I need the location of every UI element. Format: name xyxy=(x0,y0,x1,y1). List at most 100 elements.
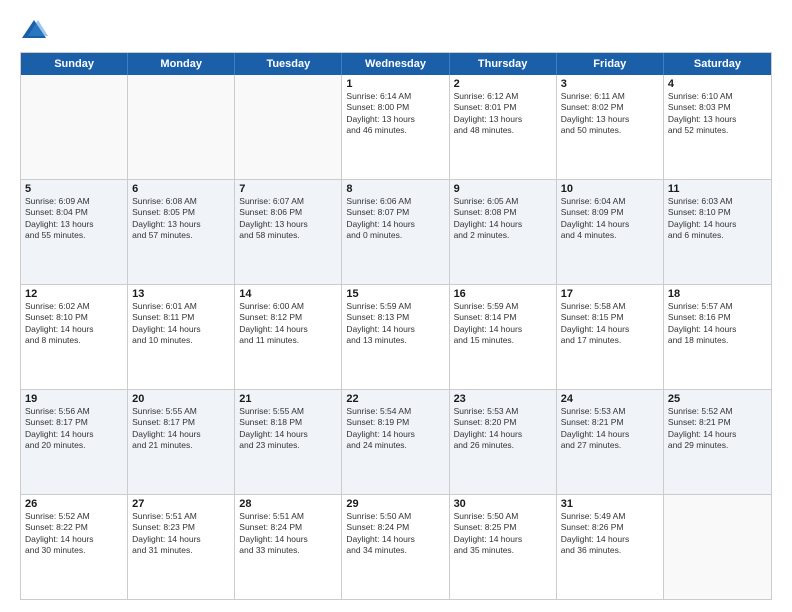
cell-info: Sunrise: 5:50 AM Sunset: 8:25 PM Dayligh… xyxy=(454,511,552,557)
calendar-cell: 16Sunrise: 5:59 AM Sunset: 8:14 PM Dayli… xyxy=(450,285,557,389)
day-number: 23 xyxy=(454,393,552,405)
cell-info: Sunrise: 5:52 AM Sunset: 8:21 PM Dayligh… xyxy=(668,406,767,452)
day-number: 20 xyxy=(132,393,230,405)
day-number: 22 xyxy=(346,393,444,405)
calendar-cell: 18Sunrise: 5:57 AM Sunset: 8:16 PM Dayli… xyxy=(664,285,771,389)
calendar-cell: 28Sunrise: 5:51 AM Sunset: 8:24 PM Dayli… xyxy=(235,495,342,599)
cell-info: Sunrise: 5:50 AM Sunset: 8:24 PM Dayligh… xyxy=(346,511,444,557)
cell-info: Sunrise: 5:51 AM Sunset: 8:23 PM Dayligh… xyxy=(132,511,230,557)
calendar-cell: 29Sunrise: 5:50 AM Sunset: 8:24 PM Dayli… xyxy=(342,495,449,599)
day-number: 2 xyxy=(454,78,552,90)
day-number: 18 xyxy=(668,288,767,300)
day-number: 29 xyxy=(346,498,444,510)
day-number: 25 xyxy=(668,393,767,405)
day-number: 14 xyxy=(239,288,337,300)
day-number: 3 xyxy=(561,78,659,90)
calendar-header-row: SundayMondayTuesdayWednesdayThursdayFrid… xyxy=(21,53,771,75)
cell-info: Sunrise: 6:06 AM Sunset: 8:07 PM Dayligh… xyxy=(346,196,444,242)
cell-info: Sunrise: 5:53 AM Sunset: 8:20 PM Dayligh… xyxy=(454,406,552,452)
cell-info: Sunrise: 5:58 AM Sunset: 8:15 PM Dayligh… xyxy=(561,301,659,347)
calendar-cell: 11Sunrise: 6:03 AM Sunset: 8:10 PM Dayli… xyxy=(664,180,771,284)
cell-info: Sunrise: 5:54 AM Sunset: 8:19 PM Dayligh… xyxy=(346,406,444,452)
day-number: 16 xyxy=(454,288,552,300)
day-number: 19 xyxy=(25,393,123,405)
calendar-cell: 6Sunrise: 6:08 AM Sunset: 8:05 PM Daylig… xyxy=(128,180,235,284)
calendar-cell: 9Sunrise: 6:05 AM Sunset: 8:08 PM Daylig… xyxy=(450,180,557,284)
day-number: 7 xyxy=(239,183,337,195)
calendar-week: 19Sunrise: 5:56 AM Sunset: 8:17 PM Dayli… xyxy=(21,390,771,495)
day-number: 27 xyxy=(132,498,230,510)
calendar-cell: 21Sunrise: 5:55 AM Sunset: 8:18 PM Dayli… xyxy=(235,390,342,494)
header xyxy=(20,16,772,44)
cell-info: Sunrise: 5:53 AM Sunset: 8:21 PM Dayligh… xyxy=(561,406,659,452)
cell-info: Sunrise: 5:52 AM Sunset: 8:22 PM Dayligh… xyxy=(25,511,123,557)
calendar: SundayMondayTuesdayWednesdayThursdayFrid… xyxy=(20,52,772,600)
day-number: 1 xyxy=(346,78,444,90)
cell-info: Sunrise: 5:56 AM Sunset: 8:17 PM Dayligh… xyxy=(25,406,123,452)
cell-info: Sunrise: 6:05 AM Sunset: 8:08 PM Dayligh… xyxy=(454,196,552,242)
day-number: 28 xyxy=(239,498,337,510)
calendar-cell: 22Sunrise: 5:54 AM Sunset: 8:19 PM Dayli… xyxy=(342,390,449,494)
calendar-cell: 2Sunrise: 6:12 AM Sunset: 8:01 PM Daylig… xyxy=(450,75,557,179)
cell-info: Sunrise: 6:03 AM Sunset: 8:10 PM Dayligh… xyxy=(668,196,767,242)
calendar-week: 12Sunrise: 6:02 AM Sunset: 8:10 PM Dayli… xyxy=(21,285,771,390)
day-number: 12 xyxy=(25,288,123,300)
calendar-week: 1Sunrise: 6:14 AM Sunset: 8:00 PM Daylig… xyxy=(21,75,771,180)
calendar-cell: 19Sunrise: 5:56 AM Sunset: 8:17 PM Dayli… xyxy=(21,390,128,494)
cell-info: Sunrise: 6:14 AM Sunset: 8:00 PM Dayligh… xyxy=(346,91,444,137)
page: SundayMondayTuesdayWednesdayThursdayFrid… xyxy=(0,0,792,612)
cell-info: Sunrise: 5:55 AM Sunset: 8:17 PM Dayligh… xyxy=(132,406,230,452)
calendar-cell: 5Sunrise: 6:09 AM Sunset: 8:04 PM Daylig… xyxy=(21,180,128,284)
cell-info: Sunrise: 6:08 AM Sunset: 8:05 PM Dayligh… xyxy=(132,196,230,242)
calendar-cell xyxy=(21,75,128,179)
day-number: 26 xyxy=(25,498,123,510)
calendar-header-cell: Monday xyxy=(128,53,235,75)
day-number: 4 xyxy=(668,78,767,90)
calendar-header-cell: Sunday xyxy=(21,53,128,75)
day-number: 10 xyxy=(561,183,659,195)
calendar-cell: 15Sunrise: 5:59 AM Sunset: 8:13 PM Dayli… xyxy=(342,285,449,389)
calendar-cell: 23Sunrise: 5:53 AM Sunset: 8:20 PM Dayli… xyxy=(450,390,557,494)
calendar-header-cell: Saturday xyxy=(664,53,771,75)
calendar-cell: 27Sunrise: 5:51 AM Sunset: 8:23 PM Dayli… xyxy=(128,495,235,599)
day-number: 17 xyxy=(561,288,659,300)
day-number: 6 xyxy=(132,183,230,195)
calendar-cell: 30Sunrise: 5:50 AM Sunset: 8:25 PM Dayli… xyxy=(450,495,557,599)
day-number: 30 xyxy=(454,498,552,510)
calendar-cell: 26Sunrise: 5:52 AM Sunset: 8:22 PM Dayli… xyxy=(21,495,128,599)
day-number: 9 xyxy=(454,183,552,195)
calendar-cell: 4Sunrise: 6:10 AM Sunset: 8:03 PM Daylig… xyxy=(664,75,771,179)
day-number: 31 xyxy=(561,498,659,510)
calendar-header-cell: Friday xyxy=(557,53,664,75)
day-number: 11 xyxy=(668,183,767,195)
calendar-cell: 7Sunrise: 6:07 AM Sunset: 8:06 PM Daylig… xyxy=(235,180,342,284)
calendar-body: 1Sunrise: 6:14 AM Sunset: 8:00 PM Daylig… xyxy=(21,75,771,599)
cell-info: Sunrise: 6:02 AM Sunset: 8:10 PM Dayligh… xyxy=(25,301,123,347)
calendar-cell: 13Sunrise: 6:01 AM Sunset: 8:11 PM Dayli… xyxy=(128,285,235,389)
calendar-cell xyxy=(664,495,771,599)
cell-info: Sunrise: 5:59 AM Sunset: 8:14 PM Dayligh… xyxy=(454,301,552,347)
cell-info: Sunrise: 6:00 AM Sunset: 8:12 PM Dayligh… xyxy=(239,301,337,347)
day-number: 13 xyxy=(132,288,230,300)
cell-info: Sunrise: 5:57 AM Sunset: 8:16 PM Dayligh… xyxy=(668,301,767,347)
calendar-cell xyxy=(235,75,342,179)
calendar-cell: 3Sunrise: 6:11 AM Sunset: 8:02 PM Daylig… xyxy=(557,75,664,179)
calendar-cell: 25Sunrise: 5:52 AM Sunset: 8:21 PM Dayli… xyxy=(664,390,771,494)
day-number: 8 xyxy=(346,183,444,195)
calendar-cell: 8Sunrise: 6:06 AM Sunset: 8:07 PM Daylig… xyxy=(342,180,449,284)
cell-info: Sunrise: 6:11 AM Sunset: 8:02 PM Dayligh… xyxy=(561,91,659,137)
calendar-cell: 20Sunrise: 5:55 AM Sunset: 8:17 PM Dayli… xyxy=(128,390,235,494)
logo xyxy=(20,16,52,44)
cell-info: Sunrise: 6:12 AM Sunset: 8:01 PM Dayligh… xyxy=(454,91,552,137)
calendar-cell: 1Sunrise: 6:14 AM Sunset: 8:00 PM Daylig… xyxy=(342,75,449,179)
calendar-header-cell: Wednesday xyxy=(342,53,449,75)
cell-info: Sunrise: 5:49 AM Sunset: 8:26 PM Dayligh… xyxy=(561,511,659,557)
calendar-week: 26Sunrise: 5:52 AM Sunset: 8:22 PM Dayli… xyxy=(21,495,771,599)
calendar-cell: 31Sunrise: 5:49 AM Sunset: 8:26 PM Dayli… xyxy=(557,495,664,599)
calendar-cell: 12Sunrise: 6:02 AM Sunset: 8:10 PM Dayli… xyxy=(21,285,128,389)
cell-info: Sunrise: 6:09 AM Sunset: 8:04 PM Dayligh… xyxy=(25,196,123,242)
calendar-week: 5Sunrise: 6:09 AM Sunset: 8:04 PM Daylig… xyxy=(21,180,771,285)
cell-info: Sunrise: 6:01 AM Sunset: 8:11 PM Dayligh… xyxy=(132,301,230,347)
calendar-cell xyxy=(128,75,235,179)
cell-info: Sunrise: 5:51 AM Sunset: 8:24 PM Dayligh… xyxy=(239,511,337,557)
